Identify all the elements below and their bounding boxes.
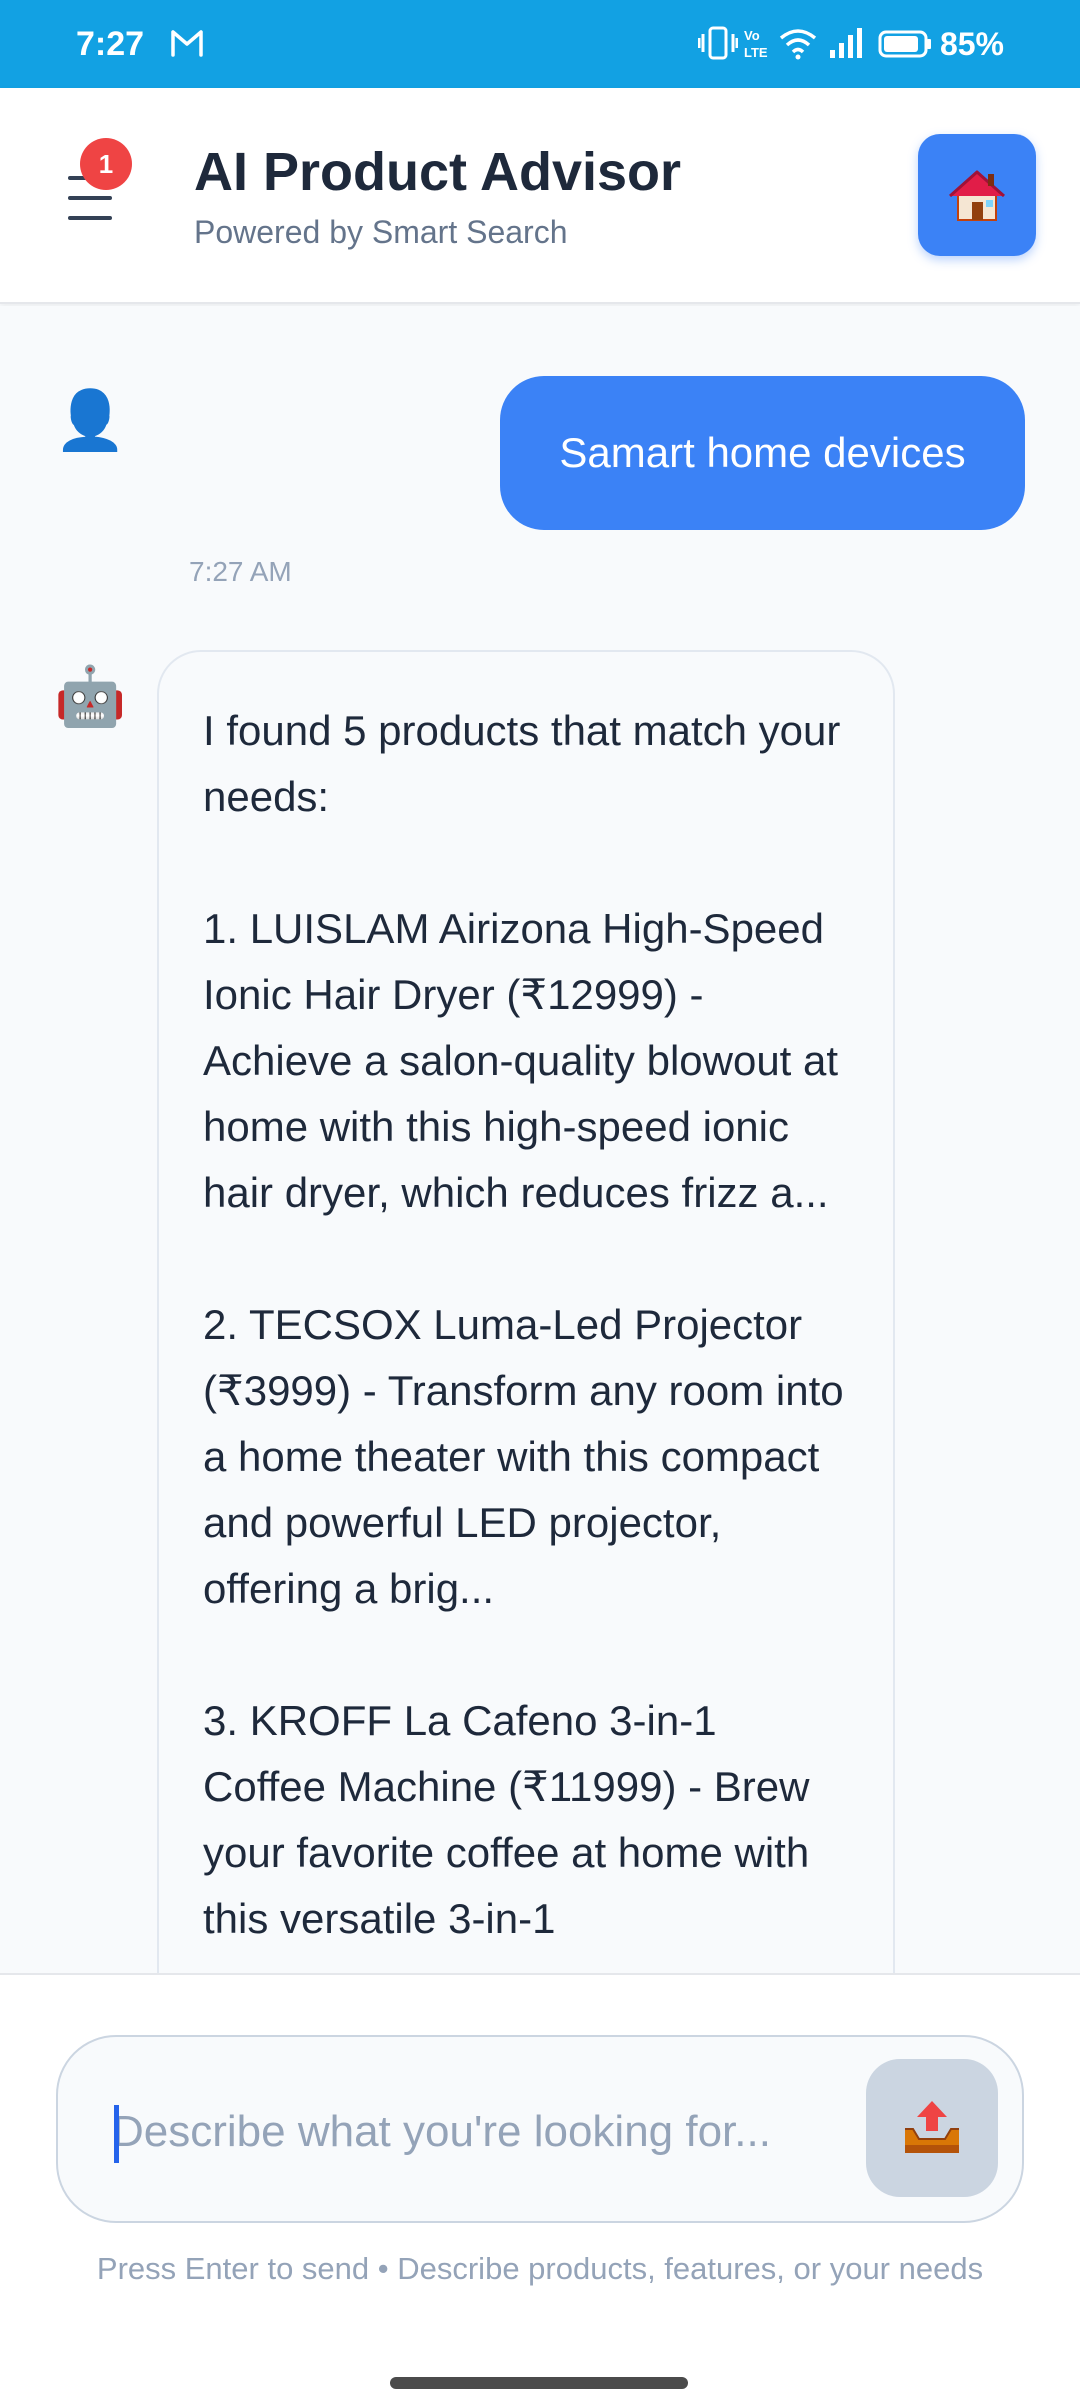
vibrate-icon	[698, 26, 738, 60]
home-icon	[949, 170, 1005, 221]
home-gesture-bar[interactable]	[390, 2377, 688, 2389]
svg-text:LTE: LTE	[744, 45, 768, 60]
notification-badge: 1	[80, 138, 132, 190]
signal-icon	[830, 28, 862, 58]
message-input[interactable]	[112, 2097, 882, 2167]
hamburger-icon-line	[68, 216, 112, 220]
battery-icon	[878, 30, 931, 58]
composer-hint: Press Enter to send • Describe products,…	[96, 2251, 984, 2286]
composer-footer: Press Enter to send • Describe products,…	[0, 1973, 1080, 2345]
message-input-container[interactable]	[56, 2035, 1024, 2223]
message-timestamp: 7:27 AM	[189, 556, 292, 587]
bot-message-text: I found 5 products that match your needs…	[203, 707, 844, 1942]
navigation-gesture-area	[0, 2345, 1080, 2408]
chat-area[interactable]: 👤 Samart home devices 7:27 AM 🤖 I found …	[0, 306, 1080, 1973]
status-bar: 7:27 Vo LTE 85%	[0, 0, 1080, 88]
hamburger-icon-line	[68, 196, 112, 200]
user-avatar-icon: 👤	[54, 388, 127, 453]
status-icons: Vo LTE	[0, 0, 1080, 88]
app-header: 1 AI Product Advisor Powered by Smart Se…	[0, 88, 1080, 304]
page-title: AI Product Advisor	[194, 142, 682, 202]
page-subtitle: Powered by Smart Search	[194, 214, 568, 250]
user-message-bubble: Samart home devices	[500, 376, 1025, 530]
home-button[interactable]	[918, 134, 1036, 256]
svg-text:Vo: Vo	[744, 28, 760, 43]
wifi-icon	[779, 29, 817, 60]
user-message-text: Samart home devices	[559, 429, 966, 476]
bot-avatar-icon: 🤖	[54, 664, 127, 729]
battery-percent: 85%	[939, 26, 1004, 62]
outbox-tray-icon	[905, 2101, 959, 2153]
text-cursor	[114, 2105, 119, 2163]
bot-message-bubble: I found 5 products that match your needs…	[157, 650, 895, 1973]
send-button[interactable]	[866, 2059, 998, 2197]
volte-icon: Vo LTE	[744, 28, 768, 60]
